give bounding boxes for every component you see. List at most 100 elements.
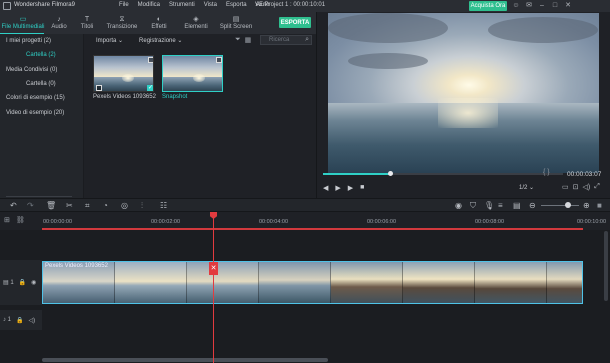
video-clip[interactable]: Pexels Videos 1093652 bbox=[42, 261, 583, 304]
crop-icon[interactable]: ⌗ bbox=[85, 201, 90, 211]
menu-strumenti[interactable]: Strumenti bbox=[169, 2, 195, 8]
effects-icon: ◐ bbox=[156, 16, 162, 23]
media-item-video[interactable]: ✓ bbox=[93, 55, 154, 92]
zoom-slider[interactable] bbox=[541, 205, 579, 206]
previous-frame-icon[interactable]: ◀ bbox=[323, 184, 328, 192]
added-check-icon: ✓ bbox=[147, 85, 154, 91]
play-icon[interactable]: ▶ bbox=[335, 184, 340, 192]
tab-effetti[interactable]: ◐ Effetti bbox=[142, 12, 176, 34]
video-preview[interactable] bbox=[328, 13, 599, 173]
add-track-icon[interactable]: ⊞ bbox=[4, 216, 10, 224]
voiceover-icon[interactable]: ≡ bbox=[498, 201, 503, 210]
close-icon[interactable]: ✕ bbox=[564, 1, 572, 10]
delete-icon[interactable]: 🗑 bbox=[46, 201, 56, 210]
sidebar-item-folder-shared[interactable]: Cartella (0) bbox=[26, 81, 56, 87]
record-label: Registrazione bbox=[139, 38, 176, 44]
media-grid: Importa ⌄ Registrazione ⌄ ⏷ ▦ Ricerca ⌕ ✓… bbox=[84, 34, 316, 198]
timeline-horizontal-scrollbar[interactable] bbox=[42, 358, 328, 362]
sidebar-item-shared-media[interactable]: Media Condivisi (0) bbox=[6, 67, 57, 73]
search-input[interactable]: Ricerca ⌕ bbox=[260, 35, 312, 45]
ruler-tools: ⊞ ⛓ bbox=[4, 216, 25, 224]
filter-icon[interactable]: ⏷ bbox=[235, 36, 241, 44]
snap-icon[interactable]: ▤ bbox=[513, 201, 521, 210]
menu-file[interactable]: File bbox=[119, 2, 129, 8]
tab-split-screen[interactable]: ▤ Split Screen bbox=[216, 12, 256, 34]
maximize-icon[interactable]: □ bbox=[551, 1, 559, 10]
menu-vista[interactable]: Vista bbox=[204, 2, 217, 8]
account-icon[interactable]: ☺ bbox=[512, 1, 520, 10]
minimize-icon[interactable]: – bbox=[538, 1, 546, 10]
redo-icon[interactable]: ↷ bbox=[27, 201, 34, 210]
timeline-ruler[interactable]: ⊞ ⛓ 00:00:00:00 00:00:02:00 00:00:04:00 … bbox=[0, 212, 610, 230]
title-bar: Wondershare Filmora9 File Modifica Strum… bbox=[0, 0, 610, 12]
sidebar-item-label: Cartella (0) bbox=[26, 81, 56, 87]
record-dropdown[interactable]: Registrazione ⌄ bbox=[139, 37, 182, 44]
zoom-in-icon[interactable]: ⊕ bbox=[583, 201, 590, 210]
tab-file-multimediali[interactable]: ▭ File Multimediali bbox=[0, 12, 46, 34]
split-scissors-icon[interactable]: ✕ bbox=[209, 262, 218, 275]
app-logo bbox=[3, 2, 11, 10]
grid-view-icon[interactable]: ▦ bbox=[245, 36, 252, 44]
search-placeholder: Ricerca bbox=[269, 37, 290, 43]
notification-icon[interactable]: ✉ bbox=[525, 1, 533, 10]
playback-progress-bar[interactable] bbox=[323, 171, 563, 176]
progress-handle[interactable] bbox=[388, 171, 394, 176]
sidebar-item-my-projects[interactable]: I miei progetti (2) bbox=[6, 38, 51, 44]
volume-icon[interactable]: ◁) bbox=[583, 183, 591, 191]
next-frame-icon[interactable]: ▶ bbox=[348, 184, 353, 192]
sidebar-item-sample-colors[interactable]: Colori di esempio (15) bbox=[6, 95, 65, 101]
timeline-vertical-scrollbar[interactable] bbox=[604, 231, 608, 301]
cut-icon[interactable]: ✂ bbox=[66, 201, 73, 210]
fit-icon[interactable]: ■ bbox=[597, 201, 602, 210]
tab-label: File Multimediali bbox=[1, 24, 45, 30]
undo-icon[interactable]: ↶ bbox=[10, 201, 17, 210]
tab-elementi[interactable]: ◈ Elementi bbox=[176, 12, 216, 34]
zoom-slider-handle[interactable] bbox=[565, 202, 571, 208]
render-icon[interactable]: ◉ bbox=[455, 201, 462, 210]
link-icon[interactable]: ⛓ bbox=[16, 216, 25, 224]
zoom-out-icon[interactable]: ⊖ bbox=[529, 201, 536, 210]
tab-titoli[interactable]: T Titoli bbox=[72, 12, 102, 34]
microphone-icon[interactable]: 🎙 bbox=[484, 201, 494, 210]
export-button[interactable]: ESPORTA bbox=[279, 17, 311, 28]
sidebar-item-sample-videos[interactable]: Video di esempio (20) bbox=[6, 110, 64, 116]
audio-mixer-icon[interactable]: ⫶ bbox=[141, 201, 143, 211]
sidebar-item-label: Video di esempio (20) bbox=[6, 110, 65, 116]
tab-label: Transizione bbox=[106, 24, 138, 30]
mark-in-out-icon[interactable]: { } bbox=[543, 169, 550, 176]
media-item-snapshot[interactable] bbox=[162, 55, 223, 92]
buy-now-button[interactable]: Acquista Ora bbox=[469, 1, 507, 11]
sidebar-item-label: Cartella (2) bbox=[26, 52, 56, 58]
lock-icon[interactable]: 🔒 bbox=[16, 317, 23, 324]
eye-icon[interactable]: ◉ bbox=[31, 279, 36, 286]
menu-modifica[interactable]: Modifica bbox=[138, 2, 160, 8]
video-track-header: ▤ 1 🔒 ◉ bbox=[0, 260, 42, 305]
chevron-down-icon: ⌄ bbox=[118, 38, 124, 44]
playhead-line[interactable] bbox=[213, 213, 214, 363]
lock-icon[interactable]: 🔒 bbox=[19, 279, 26, 286]
import-dropdown[interactable]: Importa ⌄ bbox=[96, 37, 123, 44]
app-title: Wondershare Filmora9 bbox=[14, 2, 75, 8]
settings-icon[interactable]: ☷ bbox=[160, 201, 167, 210]
tab-transizione[interactable]: ⧖ Transizione bbox=[102, 12, 142, 34]
folder-icon: ▭ bbox=[19, 16, 27, 23]
render-preview-icon[interactable]: ▭ bbox=[562, 183, 569, 191]
tab-audio[interactable]: ♪ Audio bbox=[46, 12, 72, 34]
media-type-icon bbox=[96, 85, 102, 91]
playback-quality-select[interactable]: 1/2 ⌄ bbox=[519, 184, 534, 191]
media-toolbar: Importa ⌄ Registrazione ⌄ bbox=[96, 37, 182, 44]
fullscreen-icon[interactable]: ⤢ bbox=[594, 183, 600, 191]
speed-icon[interactable]: ◔ bbox=[103, 201, 108, 210]
elements-icon: ◈ bbox=[193, 16, 199, 23]
color-icon[interactable]: ◎ bbox=[121, 201, 128, 210]
speaker-icon[interactable]: ◁) bbox=[29, 317, 36, 324]
library-panel: ▭ File Multimediali ♪ Audio T Titoli ⧖ Trans… bbox=[0, 12, 316, 213]
stop-icon[interactable]: ■ bbox=[360, 184, 364, 192]
menu-esporta[interactable]: Esporta bbox=[226, 2, 247, 8]
sidebar-item-folder[interactable]: Cartella (2) bbox=[26, 52, 56, 58]
sidebar-item-label: I miei progetti (2) bbox=[6, 38, 52, 44]
image-badge-icon bbox=[216, 57, 222, 63]
video-track-controls: ▤ 1 🔒 ◉ bbox=[3, 279, 36, 286]
marker-icon[interactable]: ⛉ bbox=[470, 201, 476, 211]
snapshot-icon[interactable]: ⊡ bbox=[573, 183, 579, 191]
